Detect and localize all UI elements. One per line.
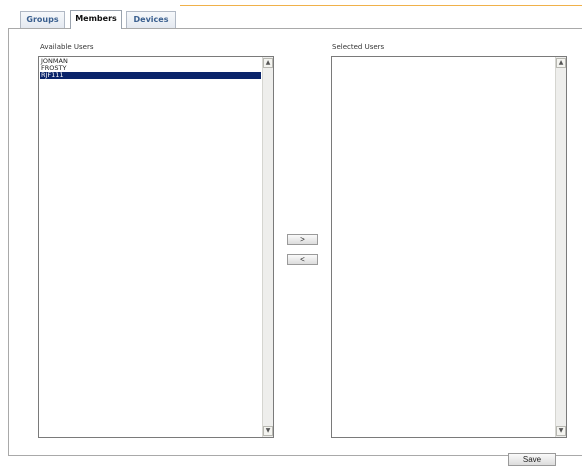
- tab-devices-label: Devices: [133, 15, 169, 24]
- available-users-listbox[interactable]: JONMAN FROSTY RJF111 ▲ ▼: [38, 56, 274, 438]
- add-user-button[interactable]: >: [287, 234, 318, 245]
- save-button[interactable]: Save: [508, 453, 556, 466]
- scroll-down-arrow-icon[interactable]: ▼: [556, 426, 566, 436]
- tab-members[interactable]: Members: [70, 10, 122, 29]
- selected-users-listbox[interactable]: ▲ ▼: [331, 56, 567, 438]
- scroll-up-arrow-icon[interactable]: ▲: [556, 58, 566, 68]
- available-users-scrollbar[interactable]: ▲ ▼: [262, 57, 273, 437]
- list-item[interactable]: FROSTY: [40, 65, 261, 72]
- tab-members-label: Members: [75, 14, 117, 23]
- scroll-down-arrow-icon[interactable]: ▼: [263, 426, 273, 436]
- header-accent-line: [180, 5, 582, 6]
- remove-user-button[interactable]: <: [287, 254, 318, 265]
- list-item[interactable]: JONMAN: [40, 58, 261, 65]
- selected-users-scrollbar[interactable]: ▲ ▼: [555, 57, 566, 437]
- available-users-items: JONMAN FROSTY RJF111: [40, 58, 261, 79]
- tab-devices[interactable]: Devices: [126, 11, 176, 28]
- tab-groups[interactable]: Groups: [20, 11, 65, 28]
- selected-users-label: Selected Users: [332, 43, 385, 51]
- tab-groups-label: Groups: [26, 15, 59, 24]
- members-page: Groups Members Devices Available Users J…: [0, 0, 582, 468]
- list-item-selected[interactable]: RJF111: [40, 72, 261, 79]
- scroll-up-arrow-icon[interactable]: ▲: [263, 58, 273, 68]
- available-users-label: Available Users: [40, 43, 94, 51]
